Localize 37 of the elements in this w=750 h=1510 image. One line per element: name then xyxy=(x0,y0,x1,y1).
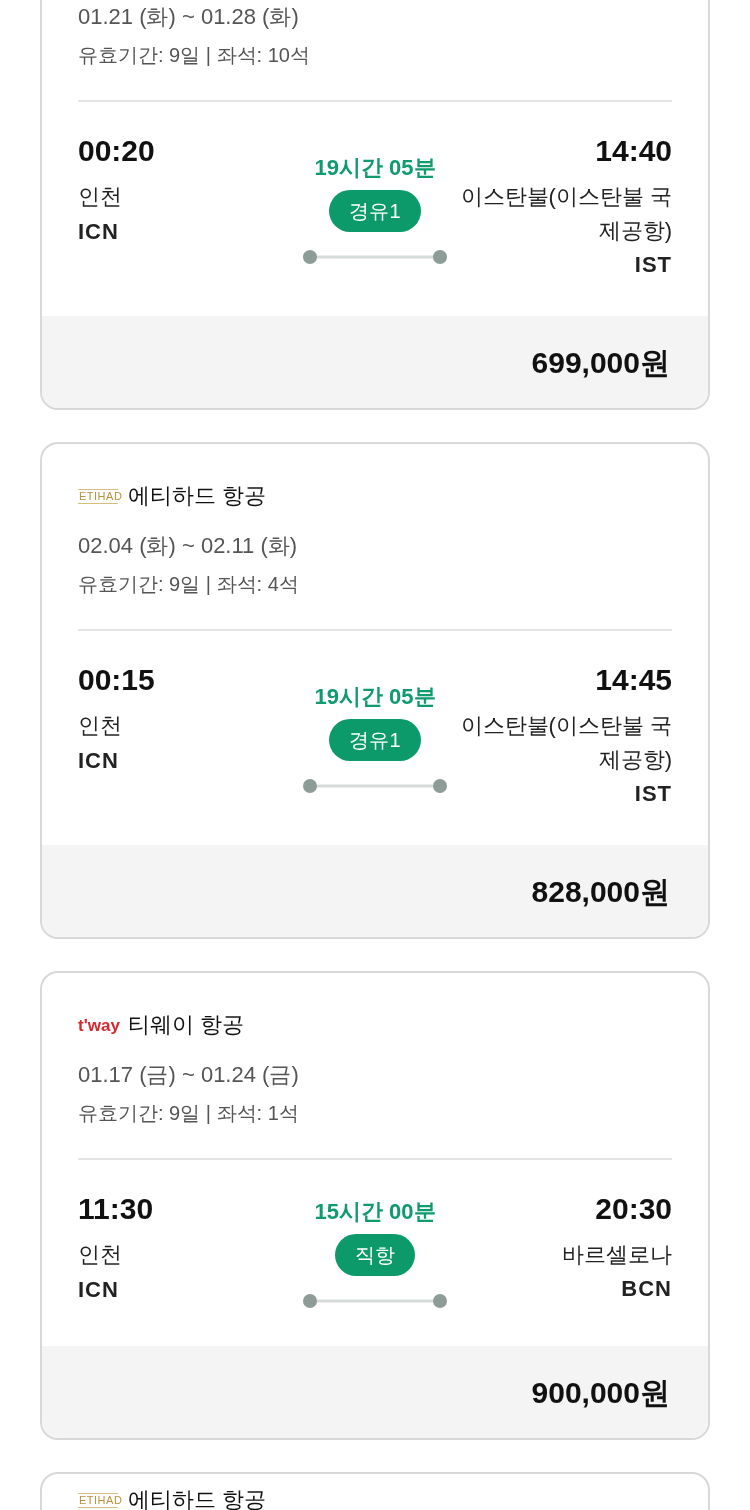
stops-badge: 직항 xyxy=(335,1234,415,1276)
arrival-city: 이스탄불(이스탄불 국제공항) xyxy=(459,183,672,245)
stops-badge: 경유1 xyxy=(329,719,421,761)
departure-code: ICN xyxy=(78,1276,119,1304)
price-text: 828,000원 xyxy=(531,873,670,910)
airline-logo: t'way xyxy=(78,1016,118,1034)
arrival-city: 바르셀로나 xyxy=(561,1241,672,1269)
departure-code: ICN xyxy=(78,747,119,775)
arrival-code: IST xyxy=(634,251,672,279)
departure-city: 인천 xyxy=(78,1241,122,1269)
departure-city: 인천 xyxy=(78,183,122,211)
flight-duration: 15시간 00분 xyxy=(314,1198,436,1226)
price-text: 699,000원 xyxy=(531,344,670,381)
travel-dates: 01.21 (화) ~ 01.28 (화) xyxy=(78,3,300,31)
price-text: 900,000원 xyxy=(531,1374,670,1411)
arrival-time: 20:30 xyxy=(595,1191,672,1227)
arrival-time: 14:45 xyxy=(595,662,672,698)
arrival-city: 이스탄불(이스탄불 국제공항) xyxy=(459,712,672,774)
travel-dates: 02.04 (화) ~ 02.11 (화) xyxy=(78,532,299,560)
airline-name: 에티하드 항공 xyxy=(128,1486,267,1510)
travel-dates: 01.17 (금) ~ 01.24 (금) xyxy=(78,1061,300,1089)
departure-city: 인천 xyxy=(78,712,122,740)
validity-text: 유효기간: 9일 | 좌석: 1석 xyxy=(78,1101,300,1126)
airline-name: 에티하드 항공 xyxy=(128,482,267,510)
airline-name: 티웨이 항공 xyxy=(128,1011,245,1039)
flight-duration: 19시간 05분 xyxy=(314,154,436,182)
arrival-time: 14:40 xyxy=(595,133,672,169)
arrival-code: BCN xyxy=(621,1275,672,1303)
arrival-code: IST xyxy=(634,780,672,808)
validity-text: 유효기간: 9일 | 좌석: 4석 xyxy=(78,572,300,597)
departure-time: 11:30 xyxy=(78,1191,154,1227)
flight-duration: 19시간 05분 xyxy=(314,683,436,711)
departure-code: ICN xyxy=(78,218,119,246)
departure-time: 00:20 xyxy=(78,133,155,169)
departure-time: 00:15 xyxy=(78,662,155,698)
validity-text: 유효기간: 9일 | 좌석: 10석 xyxy=(78,43,311,68)
stops-badge: 경유1 xyxy=(329,190,421,232)
